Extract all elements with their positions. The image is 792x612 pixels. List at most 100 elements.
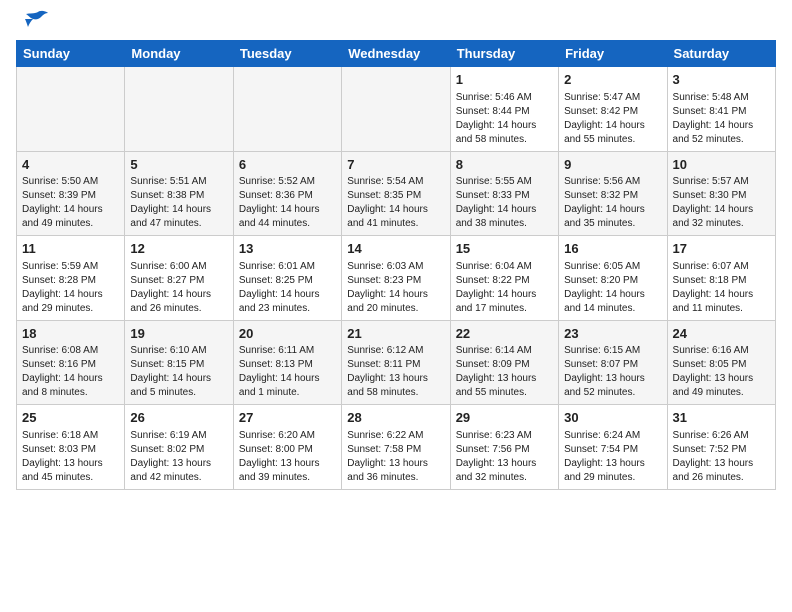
calendar-cell: 18Sunrise: 6:08 AM Sunset: 8:16 PM Dayli… [17, 320, 125, 405]
weekday-header-sunday: Sunday [17, 41, 125, 67]
calendar-cell: 25 Sunrise: 6:18 AM Sunset: 8:03 PM Dayli… [17, 405, 125, 490]
calendar-week-row: 11Sunrise: 5:59 AM Sunset: 8:28 PM Dayli… [17, 236, 776, 321]
calendar-week-row: 18Sunrise: 6:08 AM Sunset: 8:16 PM Dayli… [17, 320, 776, 405]
day-number: 7 [347, 156, 444, 174]
day-info: Sunrise: 6:24 AM Sunset: 7:54 PM Dayligh… [564, 429, 661, 485]
day-number: 13 [239, 240, 336, 258]
day-number: 1 [456, 71, 553, 89]
day-info: Sunrise: 5:48 AM Sunset: 8:41 PM Dayligh… [673, 91, 770, 147]
day-info: Sunrise: 5:51 AM Sunset: 8:38 PM Dayligh… [130, 175, 227, 231]
day-info: Sunrise: 6:14 AM Sunset: 8:09 PM Dayligh… [456, 344, 553, 400]
day-number: 31 [673, 409, 770, 427]
day-number: 2 [564, 71, 661, 89]
day-number: 14 [347, 240, 444, 258]
day-number: 9 [564, 156, 661, 174]
calendar-cell: 21Sunrise: 6:12 AM Sunset: 8:11 PM Dayli… [342, 320, 450, 405]
day-number: 22 [456, 325, 553, 343]
day-number: 24 [673, 325, 770, 343]
calendar-cell: 10Sunrise: 5:57 AM Sunset: 8:30 PM Dayli… [667, 151, 775, 236]
weekday-header-tuesday: Tuesday [233, 41, 341, 67]
calendar-cell: 20Sunrise: 6:11 AM Sunset: 8:13 PM Dayli… [233, 320, 341, 405]
calendar-cell: 3Sunrise: 5:48 AM Sunset: 8:41 PM Daylig… [667, 67, 775, 152]
logo [16, 16, 48, 32]
calendar-cell: 13 Sunrise: 6:01 AM Sunset: 8:25 PM Dayli… [233, 236, 341, 321]
day-info: Sunrise: 5:57 AM Sunset: 8:30 PM Dayligh… [673, 175, 770, 231]
logo-bird-icon [18, 10, 48, 32]
weekday-header-saturday: Saturday [667, 41, 775, 67]
calendar-cell: 15 Sunrise: 6:04 AM Sunset: 8:22 PM Dayli… [450, 236, 558, 321]
day-info: Sunrise: 6:01 AM Sunset: 8:25 PM Dayligh… [239, 260, 336, 316]
calendar-cell: 7Sunrise: 5:54 AM Sunset: 8:35 PM Daylig… [342, 151, 450, 236]
calendar-cell: 24Sunrise: 6:16 AM Sunset: 8:05 PM Dayli… [667, 320, 775, 405]
calendar-cell: 22Sunrise: 6:14 AM Sunset: 8:09 PM Dayli… [450, 320, 558, 405]
day-info: Sunrise: 6:26 AM Sunset: 7:52 PM Dayligh… [673, 429, 770, 485]
calendar-cell [125, 67, 233, 152]
day-info: Sunrise: 5:54 AM Sunset: 8:35 PM Dayligh… [347, 175, 444, 231]
day-number: 16 [564, 240, 661, 258]
day-info: Sunrise: 6:12 AM Sunset: 8:11 PM Dayligh… [347, 344, 444, 400]
calendar-cell: 2 Sunrise: 5:47 AM Sunset: 8:42 PM Daylig… [559, 67, 667, 152]
calendar-cell: 28 Sunrise: 6:22 AM Sunset: 7:58 PM Dayli… [342, 405, 450, 490]
calendar-cell [233, 67, 341, 152]
day-number: 12 [130, 240, 227, 258]
day-number: 21 [347, 325, 444, 343]
day-number: 25 [22, 409, 119, 427]
day-number: 11 [22, 240, 119, 258]
calendar-week-row: 25 Sunrise: 6:18 AM Sunset: 8:03 PM Dayli… [17, 405, 776, 490]
weekday-header-friday: Friday [559, 41, 667, 67]
day-info: Sunrise: 6:20 AM Sunset: 8:00 PM Dayligh… [239, 429, 336, 485]
day-number: 4 [22, 156, 119, 174]
calendar-cell: 1 Sunrise: 5:46 AM Sunset: 8:44 PM Daylig… [450, 67, 558, 152]
day-info: Sunrise: 6:22 AM Sunset: 7:58 PM Dayligh… [347, 429, 444, 485]
calendar-table: SundayMondayTuesdayWednesdayThursdayFrid… [16, 40, 776, 490]
calendar-cell: 23Sunrise: 6:15 AM Sunset: 8:07 PM Dayli… [559, 320, 667, 405]
day-info: Sunrise: 6:23 AM Sunset: 7:56 PM Dayligh… [456, 429, 553, 485]
day-number: 5 [130, 156, 227, 174]
day-number: 8 [456, 156, 553, 174]
day-number: 30 [564, 409, 661, 427]
day-info: Sunrise: 5:52 AM Sunset: 8:36 PM Dayligh… [239, 175, 336, 231]
page-header [16, 16, 776, 32]
day-number: 15 [456, 240, 553, 258]
calendar-week-row: 1 Sunrise: 5:46 AM Sunset: 8:44 PM Daylig… [17, 67, 776, 152]
calendar-cell: 11Sunrise: 5:59 AM Sunset: 8:28 PM Dayli… [17, 236, 125, 321]
day-info: Sunrise: 5:55 AM Sunset: 8:33 PM Dayligh… [456, 175, 553, 231]
day-info: Sunrise: 6:05 AM Sunset: 8:20 PM Dayligh… [564, 260, 661, 316]
day-info: Sunrise: 6:11 AM Sunset: 8:13 PM Dayligh… [239, 344, 336, 400]
calendar-cell: 4Sunrise: 5:50 AM Sunset: 8:39 PM Daylig… [17, 151, 125, 236]
day-number: 18 [22, 325, 119, 343]
calendar-cell: 30 Sunrise: 6:24 AM Sunset: 7:54 PM Dayli… [559, 405, 667, 490]
calendar-cell [17, 67, 125, 152]
day-info: Sunrise: 6:18 AM Sunset: 8:03 PM Dayligh… [22, 429, 119, 485]
day-info: Sunrise: 6:10 AM Sunset: 8:15 PM Dayligh… [130, 344, 227, 400]
day-number: 26 [130, 409, 227, 427]
calendar-cell: 31 Sunrise: 6:26 AM Sunset: 7:52 PM Dayli… [667, 405, 775, 490]
weekday-header-wednesday: Wednesday [342, 41, 450, 67]
day-info: Sunrise: 5:47 AM Sunset: 8:42 PM Dayligh… [564, 91, 661, 147]
calendar-cell: 16 Sunrise: 6:05 AM Sunset: 8:20 PM Dayli… [559, 236, 667, 321]
calendar-cell: 29 Sunrise: 6:23 AM Sunset: 7:56 PM Dayli… [450, 405, 558, 490]
day-number: 29 [456, 409, 553, 427]
day-number: 23 [564, 325, 661, 343]
day-info: Sunrise: 5:50 AM Sunset: 8:39 PM Dayligh… [22, 175, 119, 231]
calendar-week-row: 4Sunrise: 5:50 AM Sunset: 8:39 PM Daylig… [17, 151, 776, 236]
weekday-header-monday: Monday [125, 41, 233, 67]
day-info: Sunrise: 6:04 AM Sunset: 8:22 PM Dayligh… [456, 260, 553, 316]
calendar-cell: 17Sunrise: 6:07 AM Sunset: 8:18 PM Dayli… [667, 236, 775, 321]
calendar-cell: 6Sunrise: 5:52 AM Sunset: 8:36 PM Daylig… [233, 151, 341, 236]
day-info: Sunrise: 5:46 AM Sunset: 8:44 PM Dayligh… [456, 91, 553, 147]
day-info: Sunrise: 5:56 AM Sunset: 8:32 PM Dayligh… [564, 175, 661, 231]
calendar-cell: 5Sunrise: 5:51 AM Sunset: 8:38 PM Daylig… [125, 151, 233, 236]
weekday-header-thursday: Thursday [450, 41, 558, 67]
day-number: 28 [347, 409, 444, 427]
day-number: 19 [130, 325, 227, 343]
day-number: 17 [673, 240, 770, 258]
calendar-cell: 27Sunrise: 6:20 AM Sunset: 8:00 PM Dayli… [233, 405, 341, 490]
day-number: 6 [239, 156, 336, 174]
day-info: Sunrise: 6:15 AM Sunset: 8:07 PM Dayligh… [564, 344, 661, 400]
day-info: Sunrise: 6:08 AM Sunset: 8:16 PM Dayligh… [22, 344, 119, 400]
day-info: Sunrise: 6:16 AM Sunset: 8:05 PM Dayligh… [673, 344, 770, 400]
weekday-header-row: SundayMondayTuesdayWednesdayThursdayFrid… [17, 41, 776, 67]
calendar-cell: 9Sunrise: 5:56 AM Sunset: 8:32 PM Daylig… [559, 151, 667, 236]
calendar-cell: 12Sunrise: 6:00 AM Sunset: 8:27 PM Dayli… [125, 236, 233, 321]
